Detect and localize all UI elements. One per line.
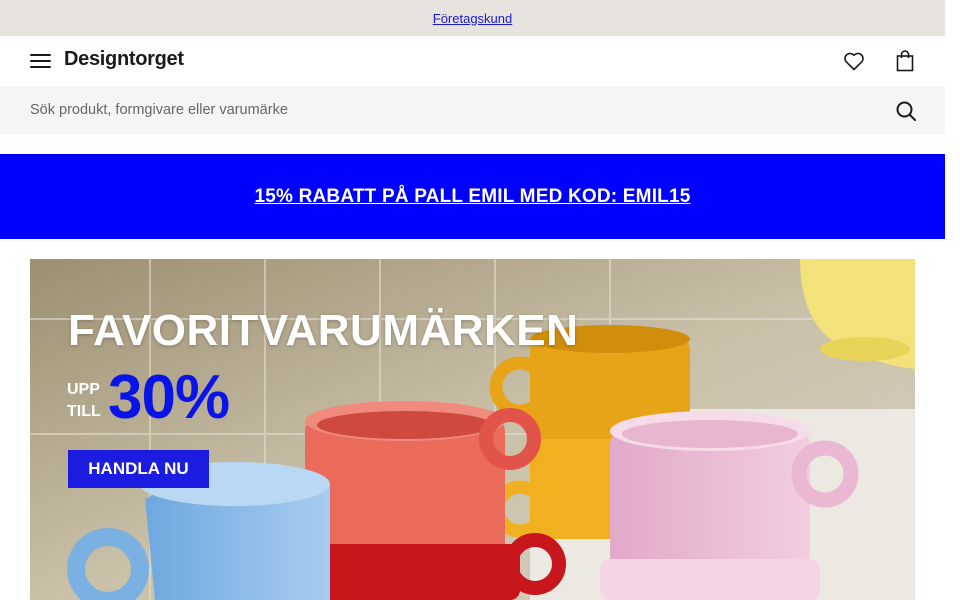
hero-discount: 30% (108, 363, 230, 432)
hero-upto-label: UPP TILL (67, 381, 101, 420)
menu-icon[interactable] (30, 52, 52, 70)
search-input[interactable] (30, 86, 870, 134)
logo[interactable]: Designtorget (64, 48, 184, 71)
search-icon[interactable] (894, 99, 918, 123)
shop-now-button[interactable]: HANDLA NU (68, 450, 209, 488)
page: Företagskund Designtorget 15% RABATT PÅ … (0, 0, 945, 600)
promo-banner: 15% RABATT PÅ PALL EMIL MED KOD: EMIL15 (0, 154, 945, 239)
heart-icon[interactable] (842, 49, 866, 73)
business-customer-link[interactable]: Företagskund (433, 11, 513, 26)
top-bar: Företagskund (0, 0, 945, 36)
hero-title: FAVORITVARUMÄRKEN (68, 306, 579, 355)
shopping-bag-icon[interactable] (893, 49, 917, 73)
scrollbar-track[interactable] (945, 0, 960, 600)
site-header: Designtorget (0, 36, 945, 86)
promo-link[interactable]: 15% RABATT PÅ PALL EMIL MED KOD: EMIL15 (254, 186, 690, 208)
search-bar (0, 86, 945, 134)
hero-banner[interactable]: FAVORITVARUMÄRKEN UPP TILL 30% HANDLA NU (30, 259, 915, 600)
